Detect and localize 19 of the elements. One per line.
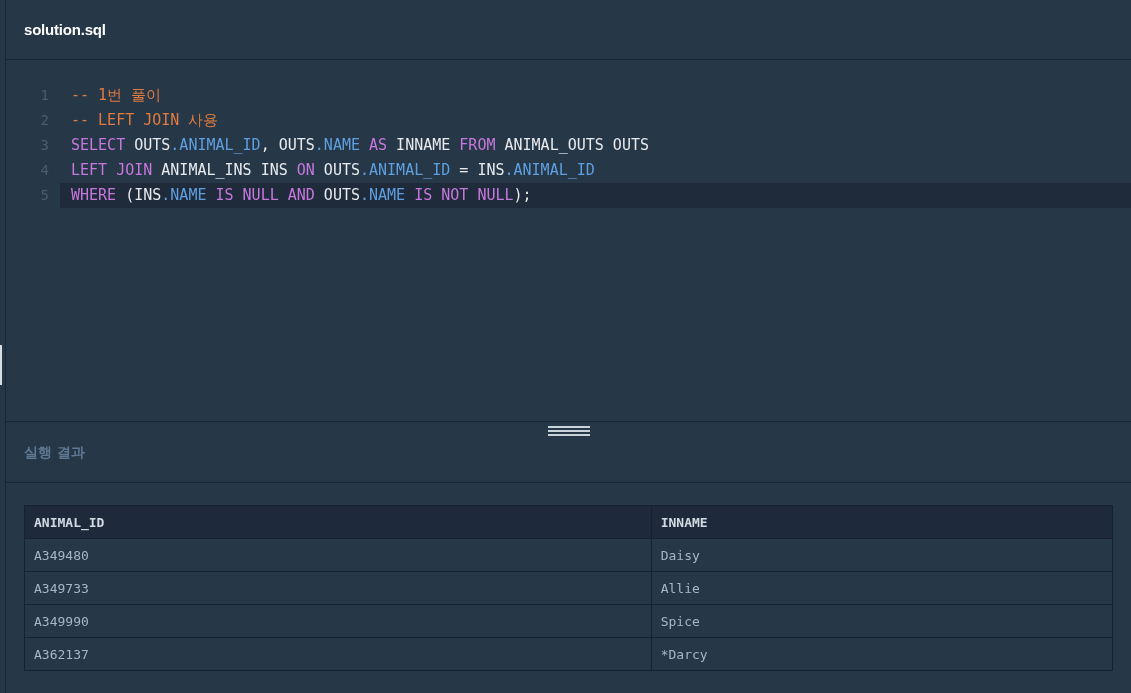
- table-cell: Spice: [651, 604, 1113, 638]
- code-line: SELECT OUTS.ANIMAL_ID, OUTS.NAME AS INNAME FROM ANIMAL_OUTS OUTS: [71, 135, 649, 156]
- code-line: LEFT JOIN ANIMAL_INS INS ON OUTS.ANIMAL_ID = INS.ANIMAL_ID: [71, 160, 595, 181]
- code-line: -- LEFT JOIN 사용: [71, 110, 219, 131]
- table-cell: A349990: [24, 604, 652, 638]
- table-cell: *Darcy: [651, 637, 1113, 671]
- table-cell: Allie: [651, 571, 1113, 605]
- code-line: WHERE (INS.NAME IS NULL AND OUTS.NAME IS NOT NULL);: [71, 185, 532, 206]
- table-cell: A349733: [24, 571, 652, 605]
- resize-handle[interactable]: [0, 345, 2, 385]
- code-line: -- 1번 풀이: [71, 85, 162, 106]
- column-header: ANIMAL_ID: [24, 505, 652, 539]
- file-name: solution.sql: [24, 21, 106, 38]
- table-cell: Daisy: [651, 538, 1113, 572]
- table-cell: A349480: [24, 538, 652, 572]
- table-cell: A362137: [24, 637, 652, 671]
- results-title: 실행 결과: [24, 444, 85, 462]
- column-header: INNAME: [651, 505, 1113, 539]
- drag-handle-icon[interactable]: [547, 426, 590, 436]
